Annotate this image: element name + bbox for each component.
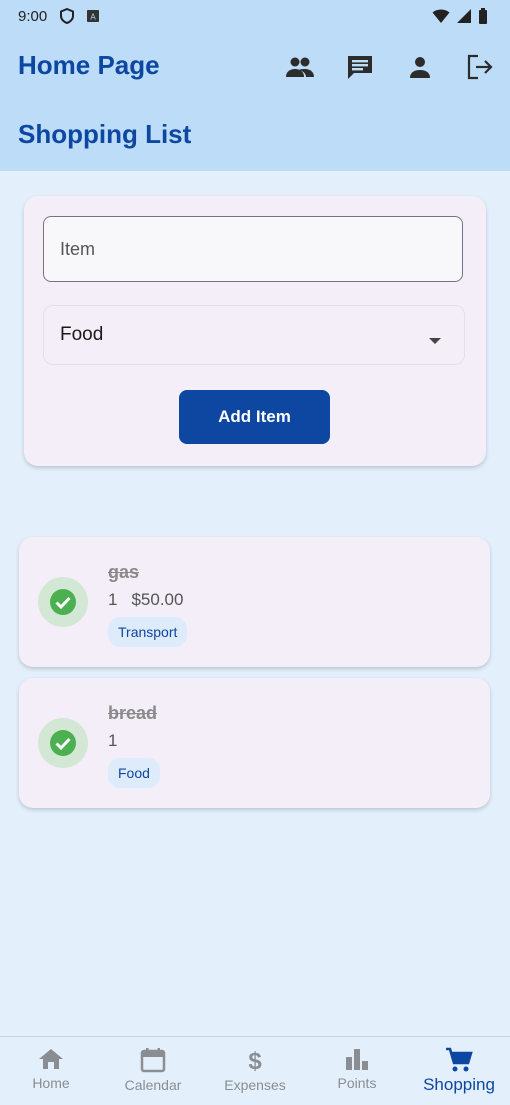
nav-points[interactable]: Points [306,1037,408,1105]
list-item[interactable]: gas 1 $50.00 Transport [19,537,490,667]
check-circle-icon [50,589,76,615]
person-icon[interactable] [404,51,436,83]
dollar-icon: $ [248,1048,262,1073]
status-time: 9:00 [18,8,48,25]
logout-icon[interactable] [464,51,496,83]
svg-text:A: A [90,13,96,22]
bottom-navigation: Home Calendar $ Expenses Points Shopping [0,1036,510,1105]
bar-chart-icon [346,1049,368,1070]
cart-icon [446,1047,473,1072]
item-meta: 1 $50.00 [108,590,183,610]
category-dropdown[interactable]: Food [43,305,465,365]
add-item-button[interactable]: Add Item [179,390,330,444]
item-meta: 1 [108,731,117,751]
nav-label: Shopping [423,1075,495,1094]
group-icon[interactable] [284,51,316,83]
svg-text:$: $ [248,1048,262,1073]
add-item-card: Food Add Item [24,196,486,466]
nav-label: Home [32,1075,70,1091]
item-quantity: 1 [108,731,118,750]
status-bar: 9:00 A [0,0,510,33]
item-name: bread [108,703,158,723]
home-icon [39,1049,63,1069]
page-title: Home Page [18,50,160,80]
signal-icon [456,8,472,29]
nav-label: Points [337,1075,377,1091]
check-circle-icon [50,730,76,756]
list-item[interactable]: bread 1 Food [19,678,490,808]
nav-label: Calendar [124,1077,182,1093]
item-price: $50.00 [131,590,184,609]
nav-expenses[interactable]: $ Expenses [204,1037,306,1105]
shield-icon [60,7,74,29]
nav-label: Expenses [224,1077,286,1093]
dropdown-arrow-icon [428,332,442,350]
wifi-icon [432,8,450,29]
item-quantity: 1 [108,590,118,609]
item-input[interactable] [43,216,463,282]
category-value: Food [60,324,104,345]
category-chip: Food [108,758,160,788]
nav-calendar[interactable]: Calendar [102,1037,204,1105]
keyboard-icon: A [86,9,100,28]
app-header: Home Page Shopping List [0,33,510,171]
chat-icon[interactable] [344,51,376,83]
check-avatar[interactable] [38,577,88,627]
category-chip: Transport [108,617,188,647]
section-title: Shopping List [18,119,192,149]
nav-home[interactable]: Home [0,1037,102,1105]
check-avatar[interactable] [38,718,88,768]
calendar-icon [140,1048,166,1073]
battery-icon [478,8,488,29]
nav-shopping[interactable]: Shopping [408,1037,510,1105]
item-name: gas [108,562,140,582]
